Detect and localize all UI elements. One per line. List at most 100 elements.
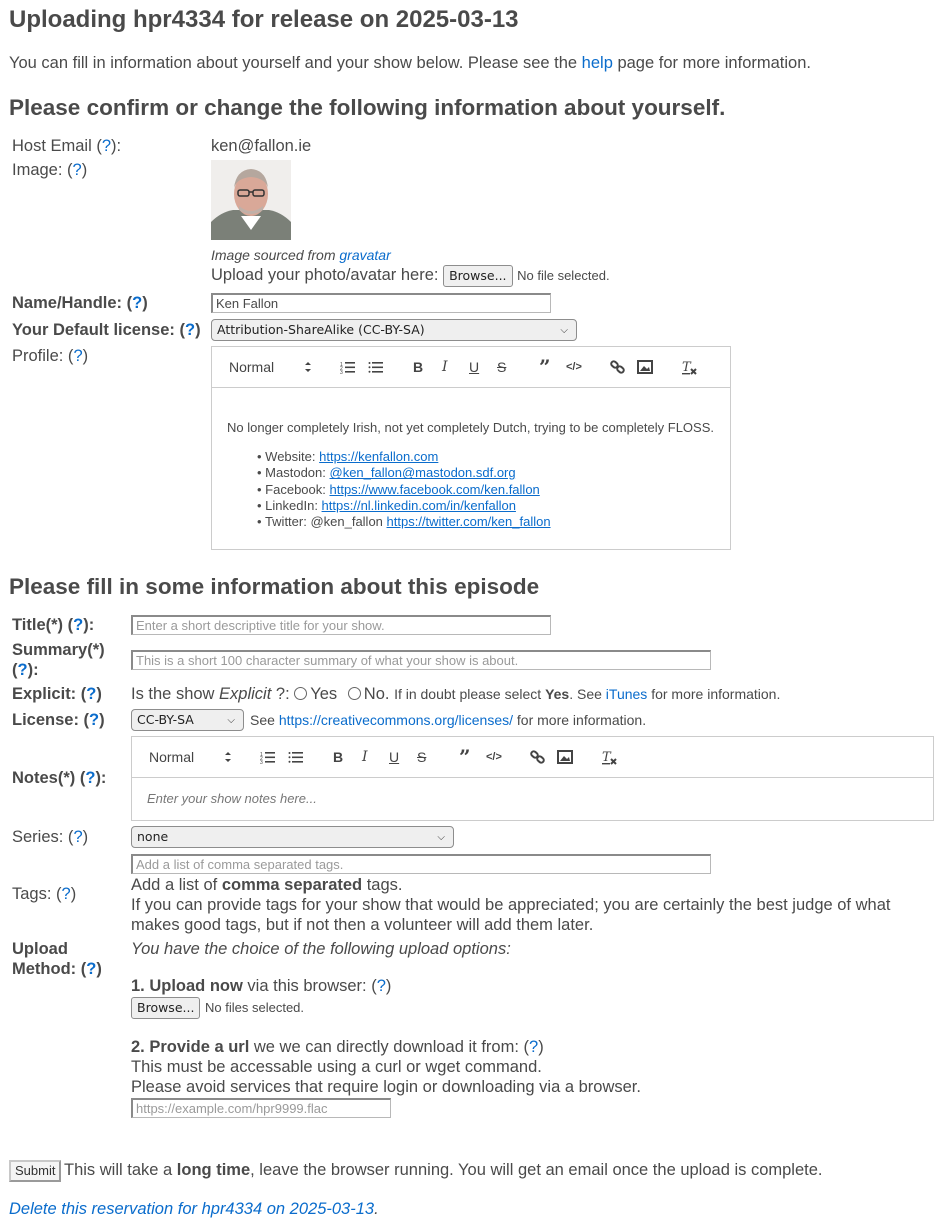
series-label: Series: (?) — [12, 828, 89, 846]
image-label: Image: (?) — [12, 161, 88, 179]
default-license-select[interactable]: Attribution-ShareAlike (CC-BY-SA) ⌵ — [211, 319, 577, 341]
tags-input[interactable] — [131, 854, 711, 874]
host-email-value: ken@fallon.ie — [211, 137, 312, 155]
help-link-upload[interactable]: ? — [86, 960, 96, 978]
image-icon[interactable] — [557, 747, 573, 767]
code-block-icon[interactable]: </> — [486, 747, 502, 767]
bold-icon[interactable]: B — [333, 747, 343, 767]
help-link-upload-now[interactable]: ? — [377, 977, 386, 995]
svg-text:3: 3 — [340, 370, 343, 376]
explicit-no-radio[interactable] — [347, 687, 361, 700]
updown-icon — [224, 747, 232, 767]
creativecommons-link[interactable]: https://creativecommons.org/licenses/ — [279, 712, 513, 728]
mastodon-link[interactable]: @ken_fallon@mastodon.sdf.org — [330, 465, 516, 480]
help-link-summary[interactable]: ? — [18, 661, 28, 679]
bullet-list-icon[interactable] — [288, 747, 304, 767]
blockquote-icon[interactable]: ” — [539, 357, 551, 377]
profile-editor-content[interactable]: No longer completely Irish, not yet comp… — [212, 388, 730, 542]
ordered-list-icon[interactable]: 123 — [340, 357, 356, 377]
clear-format-icon[interactable]: T — [681, 357, 697, 377]
strikethrough-icon[interactable]: S — [497, 357, 506, 377]
italic-icon[interactable]: I — [442, 357, 448, 377]
image-icon[interactable] — [637, 357, 653, 377]
ordered-list-icon[interactable]: 123 — [260, 747, 276, 767]
help-link-profile[interactable]: ? — [73, 347, 82, 365]
code-block-icon[interactable]: </> — [566, 357, 582, 377]
title-input[interactable] — [131, 615, 551, 635]
chevron-down-icon: ⌵ — [560, 325, 568, 336]
profile-editor[interactable]: Normal 123 B I U S ” </> T No longer com… — [211, 346, 731, 550]
updown-icon — [304, 357, 312, 377]
strikethrough-icon[interactable]: S — [417, 747, 426, 767]
help-link-title[interactable]: ? — [73, 616, 83, 634]
episode-section-heading: Please fill in some information about th… — [9, 574, 540, 599]
profile-link-item: LinkedIn: https://nl.linkedin.com/in/ken… — [257, 498, 715, 514]
help-link-upload-url[interactable]: ? — [529, 1038, 538, 1056]
twitter-link[interactable]: https://twitter.com/ken_fallon — [387, 514, 551, 529]
clear-format-icon[interactable]: T — [601, 747, 617, 767]
explicit-yes-label[interactable]: Yes — [310, 685, 337, 703]
upload-method-label: Upload Method: (?) — [12, 940, 102, 978]
gravatar-link[interactable]: gravatar — [339, 247, 390, 263]
help-link-image[interactable]: ? — [73, 161, 82, 179]
help-link-notes[interactable]: ? — [85, 769, 95, 787]
license-note: See https://creativecommons.org/licenses… — [250, 712, 647, 728]
upload-intro: You have the choice of the following upl… — [131, 940, 511, 958]
tags-hint: Add a list of comma separated tags. If y… — [131, 876, 891, 934]
submit-button[interactable]: Submit — [9, 1160, 62, 1182]
bold-icon[interactable]: B — [413, 357, 423, 377]
help-link-default-license[interactable]: ? — [185, 321, 195, 339]
italic-icon[interactable]: I — [362, 747, 368, 767]
avatar-browse-button[interactable]: Browse... — [443, 265, 513, 287]
upload-option-1: 1. Upload now via this browser: (?) — [131, 977, 392, 995]
submit-note: This will take a long time, leave the br… — [64, 1161, 823, 1179]
explicit-yes-radio[interactable] — [294, 687, 308, 700]
series-select[interactable]: none ⌵ — [131, 826, 454, 848]
profile-editor-toolbar: Normal 123 B I U S ” </> T — [212, 347, 730, 388]
page-title: Uploading hpr4334 for release on 2025-03… — [9, 6, 519, 33]
svg-text:T: T — [602, 750, 612, 765]
underline-icon[interactable]: U — [389, 747, 399, 767]
upload-url-input[interactable] — [131, 1098, 391, 1118]
format-select[interactable]: Normal — [149, 747, 194, 767]
title-label: Title(*) (?): — [12, 616, 95, 634]
bullet-list-icon[interactable] — [368, 357, 384, 377]
summary-label: Summary(*) (?): — [12, 641, 105, 679]
license-select[interactable]: CC-BY-SA ⌵ — [131, 709, 244, 731]
linkedin-link[interactable]: https://nl.linkedin.com/in/kenfallon — [322, 498, 516, 513]
link-icon[interactable] — [530, 747, 546, 767]
notes-label: Notes(*) (?): — [12, 769, 107, 787]
format-select[interactable]: Normal — [229, 357, 274, 377]
help-link[interactable]: help — [582, 54, 613, 72]
notes-editor-content[interactable]: Enter your show notes here... — [132, 778, 933, 818]
help-link-license[interactable]: ? — [89, 711, 99, 729]
help-link-explicit[interactable]: ? — [86, 685, 96, 703]
help-link-tags[interactable]: ? — [62, 885, 71, 903]
link-icon[interactable] — [610, 357, 626, 377]
upload-file-status: No files selected. — [205, 1000, 305, 1015]
help-link-series[interactable]: ? — [73, 828, 82, 846]
help-link-email[interactable]: ? — [102, 137, 111, 155]
upload-browse-button[interactable]: Browse... — [131, 997, 201, 1019]
notes-editor[interactable]: Normal 123 B I U S ” </> T Enter your sh… — [131, 736, 934, 821]
website-link[interactable]: https://kenfallon.com — [319, 449, 438, 464]
blockquote-icon[interactable]: ” — [459, 747, 471, 767]
itunes-link[interactable]: iTunes — [606, 686, 648, 702]
name-label: Name/Handle: (?) — [12, 294, 148, 312]
delete-row: Delete this reservation for hpr4334 on 2… — [9, 1200, 379, 1218]
underline-icon[interactable]: U — [469, 357, 479, 377]
profile-link-item: Website: https://kenfallon.com — [257, 449, 715, 465]
delete-reservation-link[interactable]: Delete this reservation for hpr4334 on 2… — [9, 1200, 374, 1218]
explicit-no-label[interactable]: No. — [364, 685, 390, 703]
chevron-down-icon: ⌵ — [227, 715, 235, 726]
profile-link-item: Twitter: @ken_fallon https://twitter.com… — [257, 514, 715, 530]
facebook-link[interactable]: https://www.facebook.com/ken.fallon — [330, 482, 540, 497]
tags-label: Tags: (?) — [12, 885, 77, 903]
summary-input[interactable] — [131, 650, 711, 670]
help-link-name[interactable]: ? — [132, 294, 142, 312]
name-input[interactable] — [211, 293, 551, 313]
avatar-upload-row: Upload your photo/avatar here: Browse...… — [211, 265, 610, 287]
avatar-file-status: No file selected. — [517, 268, 610, 283]
profile-link-item: Mastodon: @ken_fallon@mastodon.sdf.org — [257, 465, 715, 481]
explicit-label: Explicit: (?) — [12, 685, 102, 703]
